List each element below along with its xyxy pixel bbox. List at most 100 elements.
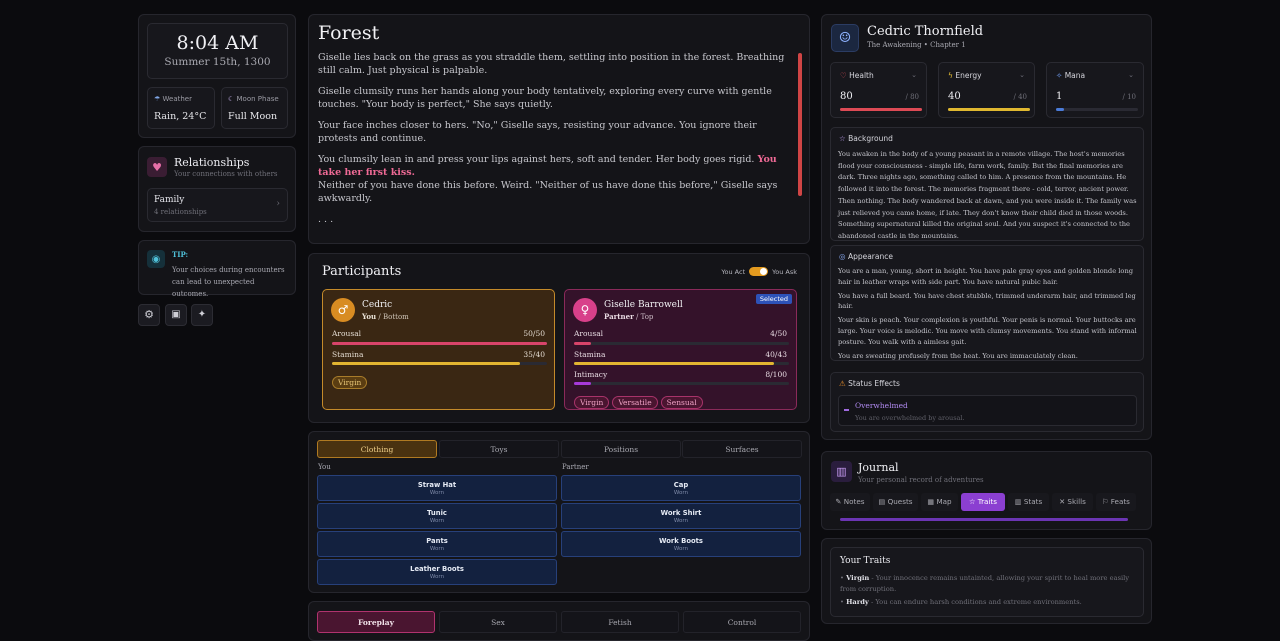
journal-tab-stats[interactable]: ▥ Stats (1008, 493, 1049, 511)
health-value: 80 (840, 91, 853, 102)
clothing-item[interactable]: Pants Worn (317, 531, 557, 557)
story-sentence: Your face inches closer to hers. "No," G… (318, 120, 757, 144)
health-label: Health (849, 71, 874, 80)
lightbulb-icon: ◉ (147, 250, 165, 268)
journal-tab-map[interactable]: ▦ Map (921, 493, 958, 511)
story-text: Giselle lies back on the grass as you st… (318, 51, 791, 236)
clothing-item[interactable]: Work Shirt Worn (561, 503, 801, 529)
appearance-paragraph: Your skin is peach. Your complexion is y… (838, 316, 1137, 346)
act-ask-toggle[interactable] (749, 267, 769, 276)
book-icon: ▥ (831, 461, 852, 482)
partner-arousal-bar (574, 342, 789, 345)
status-title: Status Effects (848, 379, 900, 388)
mana-value: 1 (1056, 91, 1063, 102)
heart-icon: ♡ (840, 71, 847, 80)
story-paragraph: You press your body against hers, grindi… (318, 234, 791, 236)
tab-clothing[interactable]: Clothing (317, 440, 437, 458)
clock-panel: 8:04 AM Summer 15th, 1300 ☂ Weather Rain… (138, 14, 296, 138)
mana-label: Mana (1064, 71, 1086, 80)
journal-panel: ▥ Journal Your personal record of advent… (821, 451, 1152, 530)
actions-panel: Foreplay Sex Fetish Control (308, 601, 810, 641)
clothing-item-state: Worn (429, 574, 445, 580)
journal-tab-traits[interactable]: ☆ Traits (961, 493, 1005, 511)
avatar-partner: ♀ (573, 298, 597, 322)
moon-label: Moon Phase (236, 95, 279, 103)
participant-card-player[interactable]: ♂ Cedric You / Bottom Arousal 50/50 Stam… (322, 289, 555, 410)
energy-label: Energy (955, 71, 982, 80)
journal-subtitle: Your personal record of adventures (858, 476, 984, 484)
tab-positions[interactable]: Positions (561, 440, 681, 458)
chevron-down-icon: ⌄ (1019, 71, 1025, 79)
health-card[interactable]: ♡ Health ⌄ 80 / 80 (830, 62, 927, 118)
avatar-player: ♂ (331, 298, 355, 322)
lightning-icon: ϟ (948, 71, 953, 80)
character-panel: ☺ Cedric Thornfield The Awakening • Chap… (821, 14, 1152, 440)
journal-tab-label: Notes (843, 497, 865, 506)
time-card: 8:04 AM Summer 15th, 1300 (147, 23, 288, 79)
trophy-icon: ⚐ (1102, 497, 1111, 506)
clothing-item[interactable]: Cap Worn (561, 475, 801, 501)
story-sentence: You clumsily lean in and press your lips… (318, 154, 755, 165)
character-subtitle: The Awakening • Chapter 1 (867, 41, 966, 49)
energy-card[interactable]: ϟ Energy ⌄ 40 / 40 (938, 62, 1035, 118)
moon-icon: ☾ (228, 95, 235, 103)
journal-tab-skills[interactable]: ✕ Skills (1052, 493, 1093, 511)
energy-value: 40 (948, 91, 961, 102)
document-icon: ▤ (878, 497, 888, 506)
journal-tab-feats[interactable]: ⚐ Feats (1096, 493, 1136, 511)
relationships-subtitle: Your connections with others (174, 170, 278, 178)
clothing-item-state: Worn (673, 518, 689, 524)
journal-tab-notes[interactable]: ✎ Notes (830, 493, 870, 511)
partner-stamina-fill (574, 362, 774, 365)
background-section: ☆ Background You awaken in the body of a… (830, 127, 1144, 241)
clothing-item[interactable]: Leather Boots Worn (317, 559, 557, 585)
clothing-item[interactable]: Work Boots Worn (561, 531, 801, 557)
group-name: Family (154, 195, 185, 205)
clothing-item-name: Leather Boots (410, 565, 464, 573)
clothing-item[interactable]: Tunic Worn (317, 503, 557, 529)
player-arousal-fill (332, 342, 547, 345)
moon-card: ☾ Moon Phase Full Moon (221, 87, 288, 129)
player-name: Cedric (362, 300, 393, 310)
wand-icon: ✦ (197, 309, 207, 320)
relationship-group-family[interactable]: Family 4 relationships › (147, 188, 288, 222)
magic-button[interactable]: ✦ (191, 304, 213, 326)
gear-icon: ⚙ (144, 308, 154, 321)
journal-progress (840, 518, 1128, 521)
story-scrollbar[interactable] (798, 53, 802, 196)
player-stat-value: 35/40 (523, 350, 545, 359)
status-effect-name: Overwhelmed (855, 401, 908, 410)
appearance-paragraph: You are a man, young, short in height. Y… (838, 267, 1134, 286)
tab-toys[interactable]: Toys (439, 440, 559, 458)
journal-title: Journal (858, 461, 899, 474)
partner-stat-value: 4/50 (770, 329, 787, 338)
mana-fill (1056, 108, 1065, 111)
clothing-item-name: Straw Hat (417, 481, 457, 489)
mana-bar (1056, 108, 1138, 111)
clothing-item-state: Worn (429, 490, 445, 496)
journal-tab-quests[interactable]: ▤ Quests (873, 493, 918, 511)
outfit-panel: Clothing Toys Positions Surfaces You Par… (308, 431, 810, 593)
trait-item: • Virgin - Your innocence remains untain… (840, 574, 1130, 593)
status-effect-card[interactable]: Overwhelmed You are overwhelmed by arous… (838, 395, 1137, 426)
player-stamina-bar (332, 362, 547, 365)
weather-label: Weather (162, 95, 192, 103)
settings-button[interactable]: ⚙ (138, 304, 160, 326)
mana-card[interactable]: ✧ Mana ⌄ 1 / 10 (1046, 62, 1144, 118)
energy-max: / 40 (1013, 93, 1028, 101)
partner-name: Giselle Barrowell (604, 300, 683, 310)
partner-stat-label: Intimacy (574, 370, 608, 379)
inventory-button[interactable]: ▣ (165, 304, 187, 326)
partner-tag: Versatile (612, 396, 658, 409)
participant-card-partner[interactable]: ♀ Giselle Barrowell Partner / Top Select… (564, 289, 797, 410)
clothing-item[interactable]: Straw Hat Worn (317, 475, 557, 501)
energy-fill (948, 108, 1030, 111)
clothing-item-name: Work Shirt (660, 509, 702, 517)
player-tag: Virgin (332, 376, 368, 389)
clothing-item-name: Work Boots (659, 537, 703, 545)
trait-desc: - Your innocence remains untainted, allo… (840, 574, 1130, 593)
story-paragraph: Your face inches closer to hers. "No," G… (318, 119, 791, 145)
partner-tag: Virgin (574, 396, 610, 409)
tab-surfaces[interactable]: Surfaces (682, 440, 802, 458)
partner-stamina-bar (574, 362, 789, 365)
